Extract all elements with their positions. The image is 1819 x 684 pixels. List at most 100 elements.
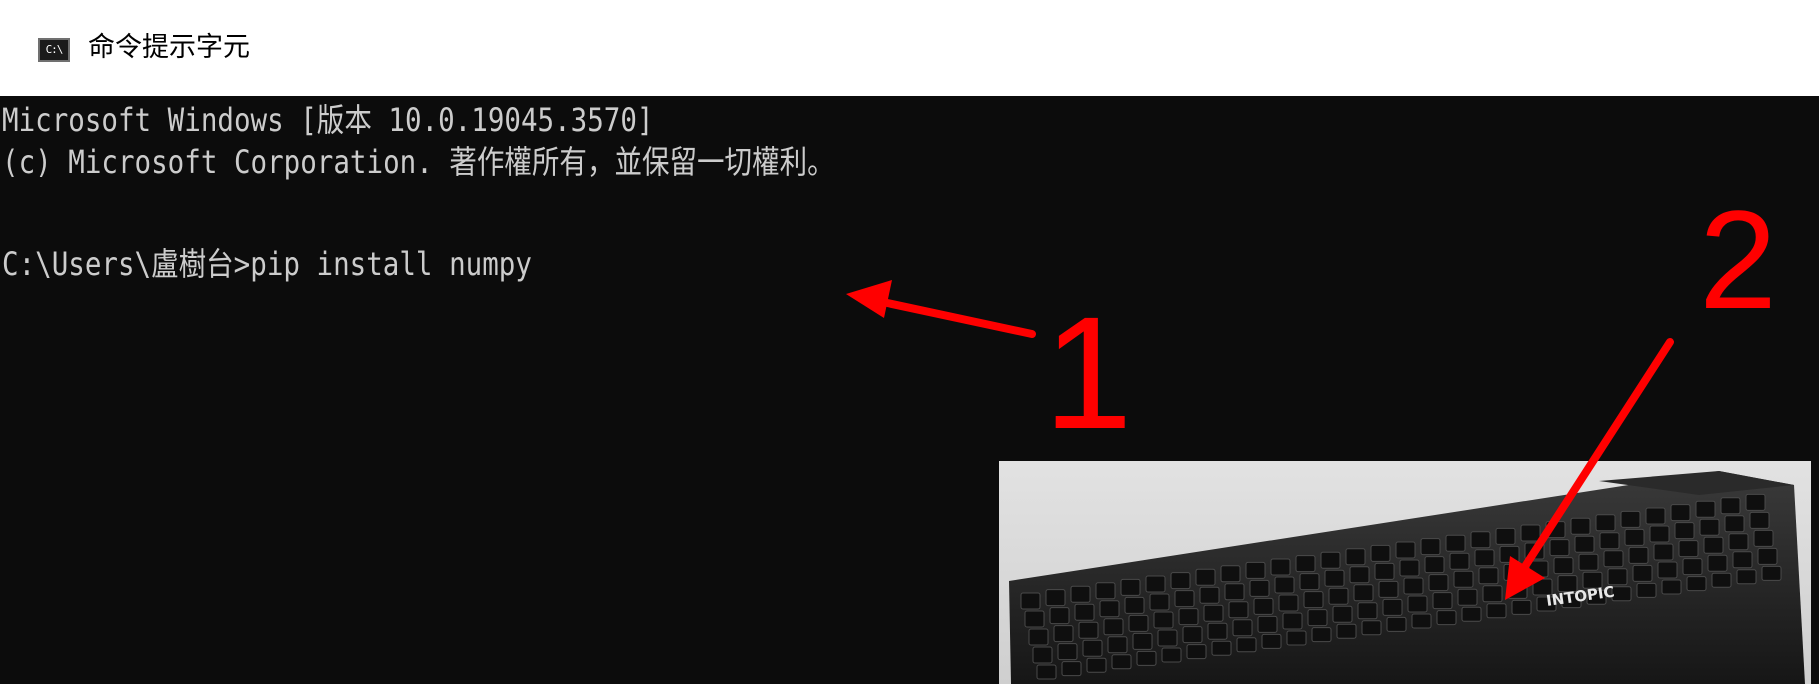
keyboard-key [1703, 536, 1724, 554]
keyboard-key [1495, 527, 1516, 545]
keyboard-key [1086, 657, 1107, 673]
keyboard-key [1678, 540, 1699, 558]
cmd-icon: C:\ [38, 38, 70, 62]
keyboard-key [1499, 545, 1520, 563]
keyboard-key [1520, 524, 1541, 542]
keyboard-key [1503, 563, 1524, 581]
keyboard-key [1486, 603, 1507, 619]
keyboard-key [1757, 547, 1778, 565]
keyboard-key [1470, 531, 1491, 549]
keyboard-key [1632, 564, 1653, 582]
keyboard-key [1445, 534, 1466, 552]
keyboard-key [1211, 640, 1232, 656]
keyboard-key [1295, 555, 1316, 573]
keyboard-key [1578, 553, 1599, 571]
keyboard-key [1474, 549, 1495, 567]
keyboard-key [1386, 616, 1407, 632]
keyboard-key [1407, 595, 1428, 613]
keyboard-key [1074, 603, 1095, 621]
keyboard-photo: INTOPIC [999, 461, 1811, 684]
keyboard-key [1711, 572, 1732, 588]
keyboard-key [1695, 500, 1716, 518]
keyboard-key [1420, 538, 1441, 556]
keyboard-key [1111, 654, 1132, 670]
keyboard-key [1528, 560, 1549, 578]
keyboard-key [1257, 615, 1278, 633]
keyboard-key [1411, 613, 1432, 629]
keyboard-key [1249, 579, 1270, 597]
keyboard-key [1345, 548, 1366, 566]
window-titlebar[interactable]: C:\ 命令提示字元 [0, 0, 1819, 96]
keyboard-key [1024, 610, 1045, 628]
keyboard-key [1053, 625, 1074, 643]
keyboard-key [1099, 600, 1120, 618]
keyboard-key [1707, 554, 1728, 572]
keyboard-key [1649, 525, 1670, 543]
keyboard-key [1724, 515, 1745, 533]
keyboard-key [1270, 558, 1291, 576]
keyboard-key [1186, 644, 1207, 660]
keyboard-key [1374, 562, 1395, 580]
keyboard-key [1432, 592, 1453, 610]
keyboard-key [1574, 535, 1595, 553]
keyboard-key [1328, 587, 1349, 605]
keyboard-key [1174, 590, 1195, 608]
keyboard-key [1736, 569, 1757, 585]
keyboard-key [1320, 551, 1341, 569]
keyboard-key [1061, 661, 1082, 677]
keyboard-key [1299, 573, 1320, 591]
keyboard-key [1278, 594, 1299, 612]
keyboard-key [1382, 598, 1403, 616]
keyboard-key [1324, 569, 1345, 587]
keyboard-key [1361, 620, 1382, 636]
keyboard-key [1595, 514, 1616, 532]
keyboard-key [1107, 636, 1128, 654]
keyboard-key [1749, 511, 1770, 529]
keyboard-key [1395, 541, 1416, 559]
screenshot-frame: C:\ 命令提示字元 Microsoft Windows [版本 10.0.19… [0, 0, 1819, 684]
keyboard-key [1282, 612, 1303, 630]
keyboard-key [1245, 561, 1266, 579]
keyboard-key [1603, 550, 1624, 568]
keyboard-key [1378, 580, 1399, 598]
keyboard-key [1311, 627, 1332, 643]
keyboard-key [1349, 566, 1370, 584]
keyboard-key [1199, 586, 1220, 604]
keyboard-key [1057, 643, 1078, 661]
console-line-command[interactable]: C:\Users\盧樹台>pip install numpy [2, 244, 532, 284]
keyboard-key [1661, 579, 1682, 595]
keyboard-key [1078, 621, 1099, 639]
keyboard-key [1453, 570, 1474, 588]
console-line-copyright: (c) Microsoft Corporation. 著作權所有，並保留一切權利… [2, 143, 835, 181]
keyboard-key [1545, 521, 1566, 539]
keyboard-key [1645, 507, 1666, 525]
keyboard-key [1103, 618, 1124, 636]
keyboard-key [1682, 558, 1703, 576]
keyboard-key [1436, 610, 1457, 626]
keyboard-key [1145, 575, 1166, 593]
keyboard-key [1286, 630, 1307, 646]
keyboard-key [1170, 572, 1191, 590]
keyboard-key [1045, 589, 1066, 607]
keyboard-key [1353, 584, 1374, 602]
keyboard-key [1253, 597, 1274, 615]
keyboard-key [1228, 601, 1249, 619]
keyboard-key [1524, 542, 1545, 560]
keyboard-key [1274, 576, 1295, 594]
keyboard-key [1207, 622, 1228, 640]
keyboard-key [1428, 574, 1449, 592]
keyboard-key [1674, 522, 1695, 540]
keyboard-key [1653, 543, 1674, 561]
keyboard-key [1049, 607, 1070, 625]
keyboard-key [1149, 593, 1170, 611]
keyboard-key [1070, 585, 1091, 603]
keyboard-key [1399, 559, 1420, 577]
keyboard-key [1507, 581, 1528, 599]
keyboard-key [1553, 557, 1574, 575]
keyboard-key [1628, 546, 1649, 564]
keyboard-key [1220, 565, 1241, 583]
keyboard-key [1370, 544, 1391, 562]
keyboard-key [1020, 592, 1041, 610]
keyboard-key [1478, 567, 1499, 585]
keyboard-key [1178, 608, 1199, 626]
